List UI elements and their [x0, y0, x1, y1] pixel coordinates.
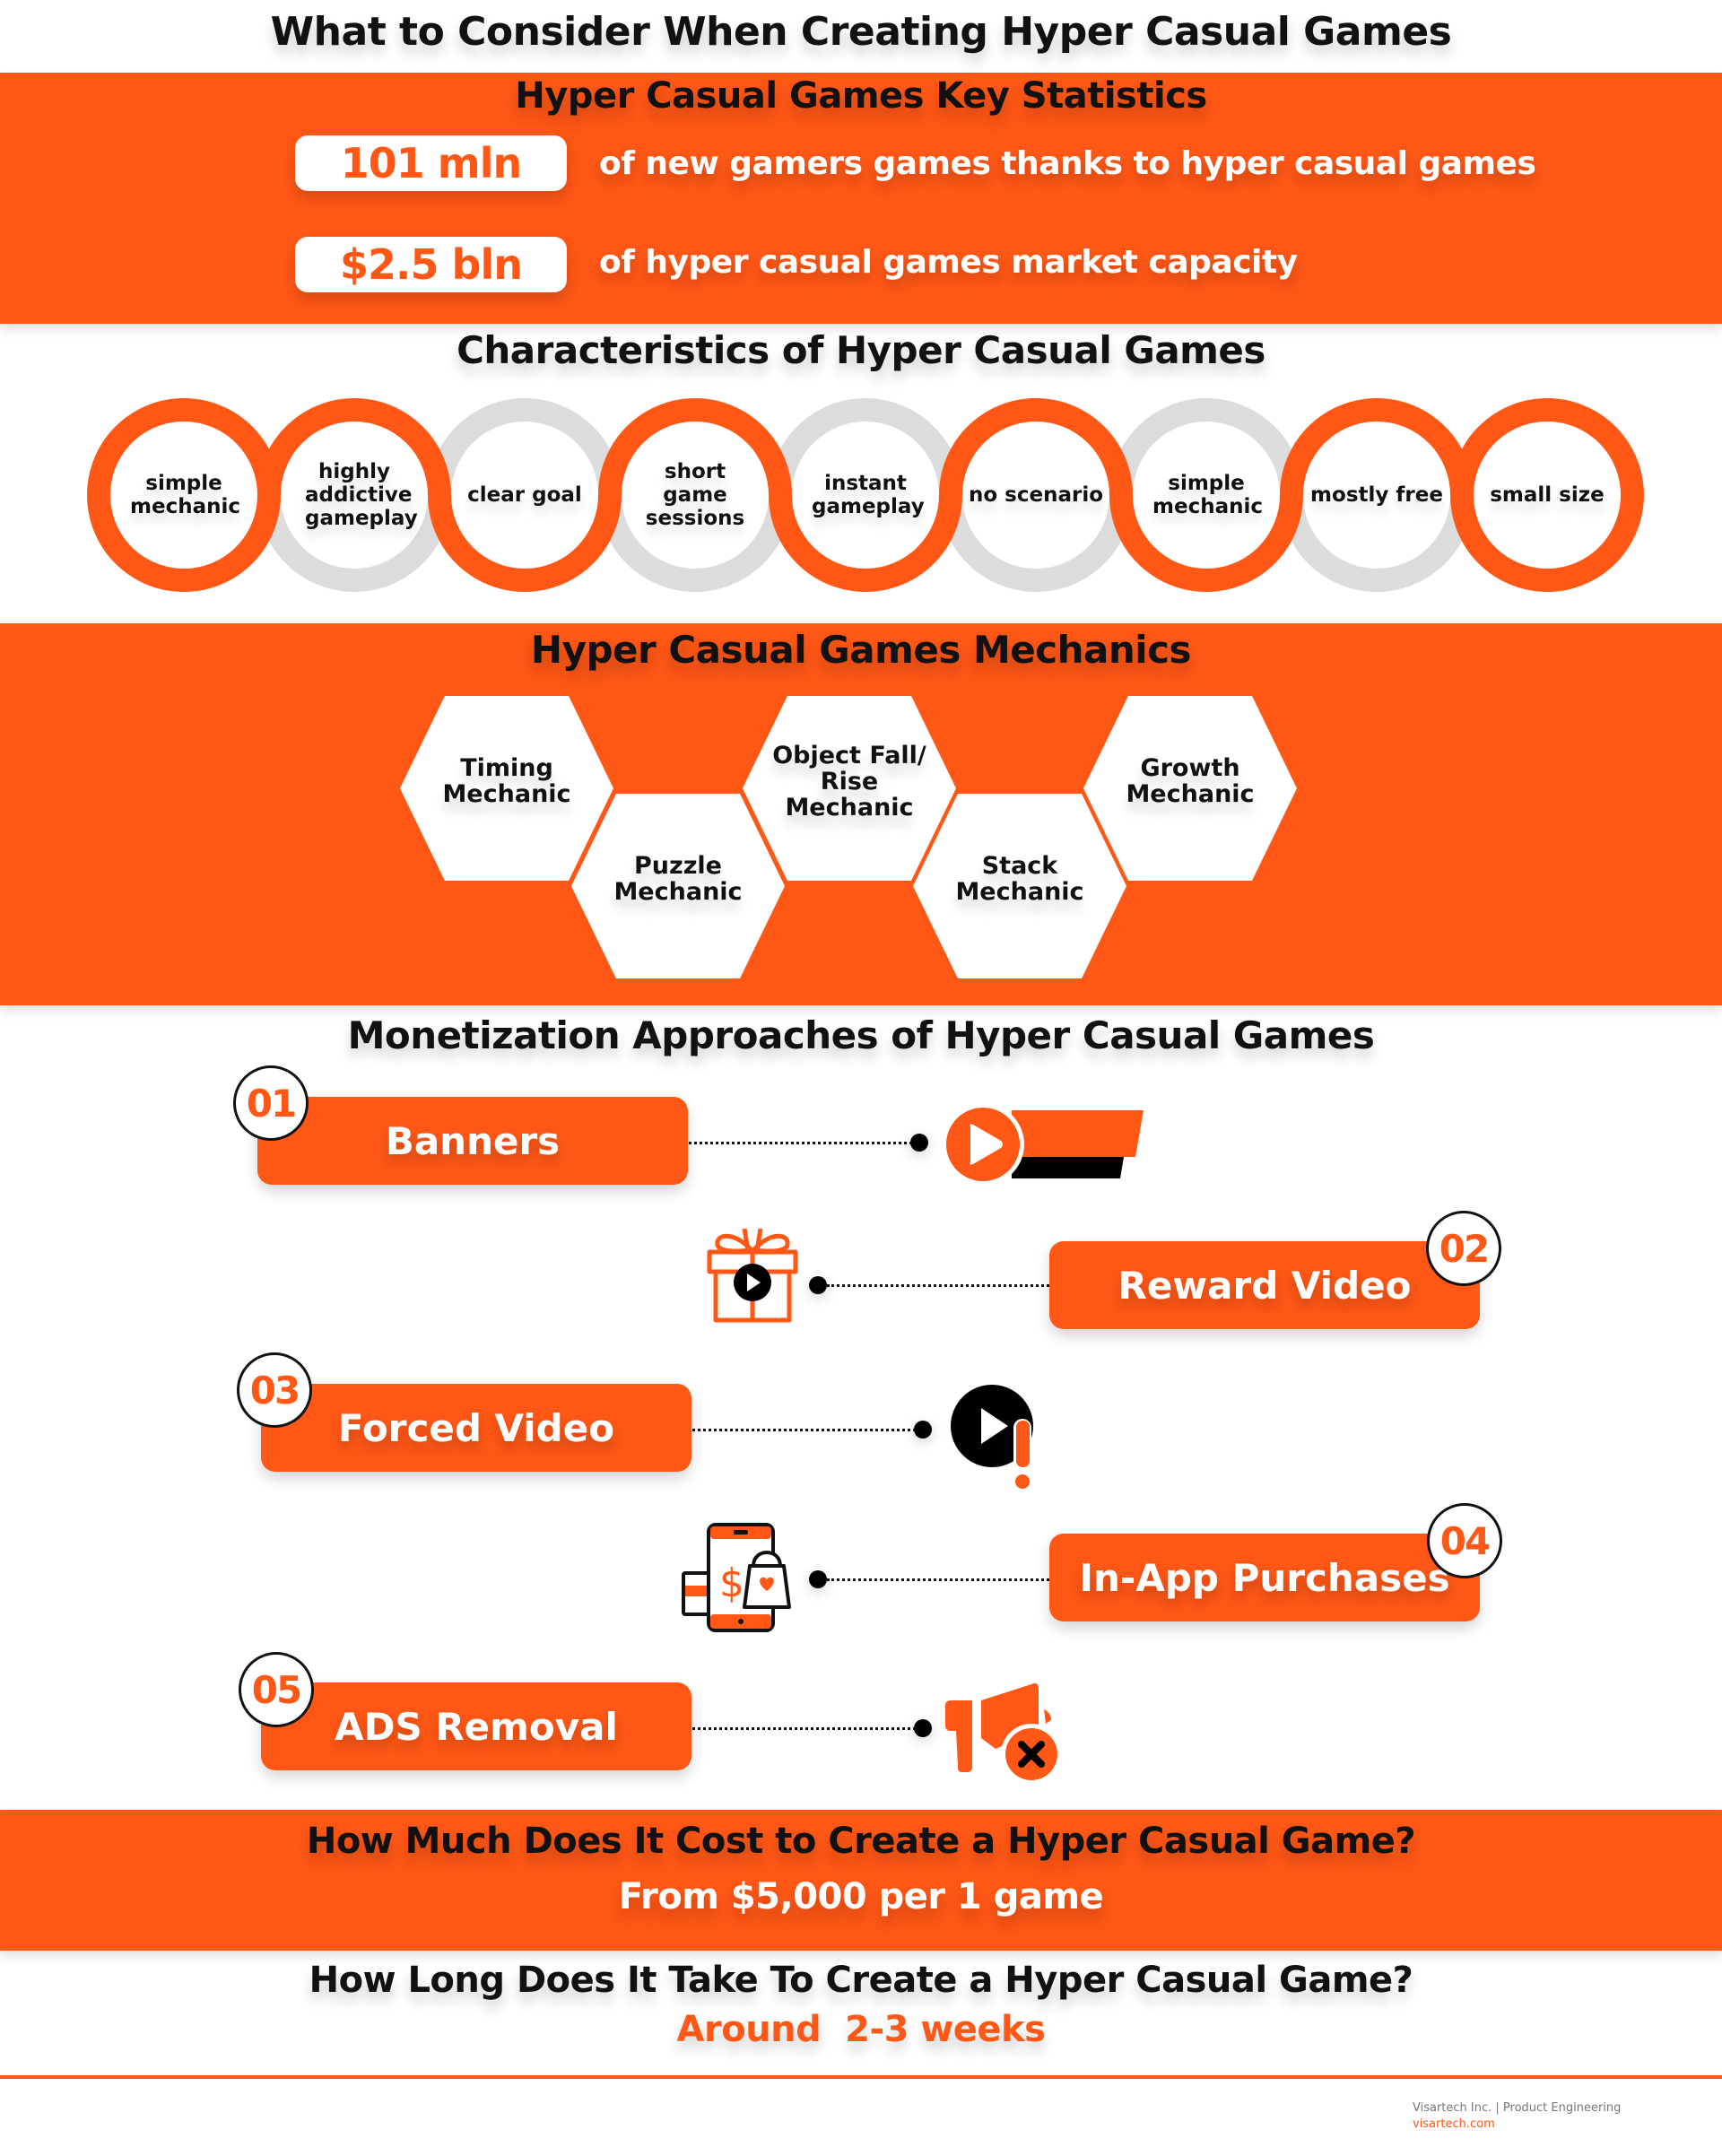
time-answer: Around 2-3 weeks	[676, 2009, 1046, 2050]
footer-company: Visartech Inc. | Product Engineering	[1413, 2101, 1622, 2115]
characteristic-label: simple mechanic	[1152, 472, 1263, 518]
monetization-label: In-App Purchases	[1079, 1555, 1450, 1600]
phone-shopping-bag-icon: $	[682, 1523, 791, 1632]
footer-divider	[0, 2075, 1722, 2079]
dotted-connector	[689, 1142, 918, 1144]
step-badge: 04	[1427, 1503, 1502, 1578]
monetization-card-banners: Banners	[257, 1097, 688, 1185]
mechanic-label: Puzzle Mechanic	[613, 852, 743, 906]
connector-dot	[914, 1421, 932, 1439]
monetization-card-forced-video: Forced Video	[261, 1384, 691, 1472]
characteristic-label: no scenario	[968, 483, 1104, 507]
monetization-label: Banners	[385, 1118, 561, 1163]
stat-value-market-capacity: $2.5 bln	[295, 237, 567, 292]
characteristics-title: Characteristics of Hyper Casual Games	[457, 328, 1265, 372]
time-question: How Long Does It Take To Create a Hyper …	[309, 1960, 1413, 2001]
mechanic-hex-timing: Timing Mechanic	[400, 696, 613, 881]
stat-value-new-gamers: 101 mln	[295, 135, 567, 191]
monetization-title: Monetization Approaches of Hyper Casual …	[347, 1013, 1375, 1057]
monetization-card-reward-video: Reward Video	[1049, 1241, 1480, 1329]
page-title: What to Consider When Creating Hyper Cas…	[270, 9, 1452, 55]
dotted-connector	[692, 1727, 921, 1730]
characteristic-label: simple mechanic	[130, 472, 240, 518]
forced-video-alert-icon	[951, 1385, 1033, 1489]
step-badge: 02	[1426, 1211, 1501, 1286]
gift-video-icon	[707, 1228, 798, 1323]
characteristic-label: clear goal	[467, 483, 582, 507]
characteristic-label: highly addictive gameplay	[305, 460, 418, 530]
monetization-card-ads-removal: ADS Removal	[261, 1682, 691, 1770]
connector-dot	[910, 1134, 928, 1152]
footer-url-link[interactable]: visartech.com	[1413, 2117, 1495, 2131]
cost-answer: From $5,000 per 1 game	[618, 1876, 1104, 1917]
mechanic-hex-stack: Stack Mechanic	[913, 794, 1126, 978]
stat-description-market-capacity: of hyper casual games market capacity	[599, 244, 1298, 281]
monetization-card-in-app-purchases: In-App Purchases	[1049, 1534, 1480, 1621]
step-badge: 05	[239, 1652, 314, 1727]
dotted-connector	[827, 1578, 1049, 1581]
monetization-label: Forced Video	[337, 1405, 615, 1450]
mechanic-hex-object-fall-rise: Object Fall/ Rise Mechanic	[743, 696, 956, 881]
characteristic-label: mostly free	[1310, 483, 1443, 507]
cost-question: How Much Does It Cost to Create a Hyper …	[306, 1821, 1416, 1862]
connector-dot	[914, 1719, 932, 1737]
megaphone-remove-icon	[945, 1682, 1062, 1783]
dotted-connector	[827, 1284, 1049, 1287]
connector-dot	[809, 1570, 827, 1588]
stat-description-new-gamers: of new gamers games thanks to hyper casu…	[599, 145, 1536, 182]
monetization-label: ADS Removal	[335, 1704, 618, 1749]
mechanic-label: Timing Mechanic	[442, 754, 571, 808]
mechanic-label: Stack Mechanic	[955, 852, 1084, 906]
step-badge: 01	[233, 1065, 309, 1141]
dotted-connector	[692, 1429, 921, 1431]
characteristic-label: short game sessions	[645, 460, 745, 530]
svg-text:$: $	[719, 1560, 744, 1606]
video-banner-icon	[942, 1103, 1144, 1186]
characteristic-label: small size	[1490, 483, 1605, 507]
mechanic-hex-puzzle: Puzzle Mechanic	[571, 794, 785, 978]
mechanic-hex-growth: Growth Mechanic	[1083, 696, 1297, 881]
characteristic-label: instant gameplay	[812, 472, 925, 518]
mechanic-label: Growth Mechanic	[1126, 754, 1255, 808]
key-statistics-title: Hyper Casual Games Key Statistics	[515, 75, 1207, 117]
step-badge: 03	[237, 1352, 312, 1428]
mechanics-title: Hyper Casual Games Mechanics	[530, 628, 1192, 672]
mechanic-label: Object Fall/ Rise Mechanic	[772, 741, 926, 822]
monetization-label: Reward Video	[1118, 1263, 1412, 1308]
connector-dot	[809, 1276, 827, 1294]
